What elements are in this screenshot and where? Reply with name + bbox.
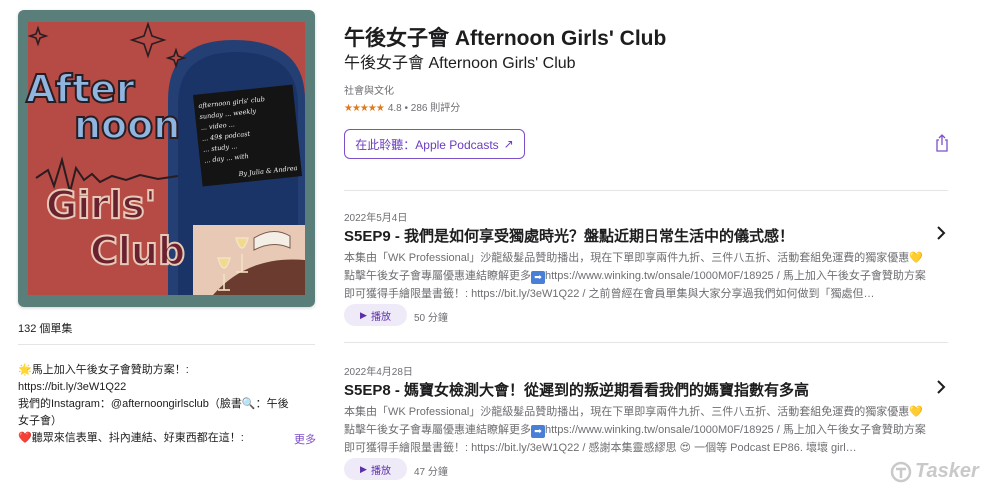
right-arrow-icon: ➡ bbox=[531, 425, 545, 438]
divider bbox=[344, 190, 948, 191]
episode-summary: 本集由「WK Professional」沙龍級髮品贊助播出，現在下單即享兩件九折… bbox=[344, 249, 934, 303]
artwork-note-card: afternoon girls' club sunday ... weekly … bbox=[198, 91, 298, 183]
episode-date: 2022年5月4日 bbox=[344, 213, 408, 224]
description-line: ❤️聽眾來信表單、抖內連結、好東西都在這！: bbox=[18, 432, 244, 444]
description-line: 女子會） bbox=[18, 415, 62, 427]
podcast-artwork: After noon Girls' Club afternoon girls' … bbox=[18, 10, 315, 307]
episode-count: 132 個單集 bbox=[18, 323, 73, 335]
description-line: 🌟馬上加入午後女子會贊助方案！: bbox=[18, 364, 189, 376]
episode-duration: 50 分鐘 bbox=[414, 313, 448, 324]
play-icon: ▶ bbox=[360, 309, 367, 320]
more-link[interactable]: 更多 bbox=[294, 431, 316, 447]
listen-on-apple-podcasts-button[interactable]: 在此聆聽：Apple Podcasts ↗ bbox=[344, 129, 525, 159]
episode-summary-text: 本集由「WK Professional」沙龍級髮品贊助播出，現在下單即享兩件九折… bbox=[344, 252, 910, 264]
episode-title[interactable]: S5EP9 - 我們是如何享受獨處時光？盤點近期日常生活中的儀式感！ bbox=[344, 225, 924, 246]
chevron-right-icon[interactable] bbox=[935, 378, 947, 396]
artwork-title-noon: noon bbox=[73, 103, 181, 147]
play-label: 播放 bbox=[370, 311, 391, 323]
episode-summary-text: 本集由「WK Professional」沙龍級髮品贊助播出，現在下單即享兩件九折… bbox=[344, 406, 910, 418]
podcast-description: 🌟馬上加入午後女子會贊助方案！: https://bit.ly/3eW1Q22 … bbox=[18, 362, 315, 447]
episode-title[interactable]: S5EP8 - 媽寶女檢測大會！從遲到的叛逆期看看我們的媽寶指數有多高 bbox=[344, 379, 924, 400]
divider bbox=[18, 344, 315, 345]
play-button[interactable]: ▶ 播放 bbox=[344, 458, 407, 480]
episode-duration: 47 分鐘 bbox=[414, 467, 448, 478]
right-arrow-icon: ➡ bbox=[531, 271, 545, 284]
play-icon: ▶ bbox=[360, 463, 367, 474]
watermark-text: Tasker bbox=[915, 460, 979, 482]
episode-summary: 本集由「WK Professional」沙龍級髮品贊助播出，現在下單即享兩件九折… bbox=[344, 403, 934, 457]
episode-date: 2022年4月28日 bbox=[344, 367, 413, 378]
episode-summary-text: 點擊午後女子會專屬優惠連結瞭解更多 bbox=[344, 424, 531, 436]
yellow-heart-icon: 💛 bbox=[909, 406, 924, 418]
chevron-right-icon[interactable] bbox=[935, 224, 947, 242]
tasker-watermark: Tasker bbox=[890, 460, 979, 483]
artwork-title-girls: Girls' bbox=[45, 183, 157, 227]
description-line: 我們的Instagram：@afternoongirlsclub（臉書🔍：午後 bbox=[18, 398, 289, 410]
play-button[interactable]: ▶ 播放 bbox=[344, 304, 407, 326]
podcast-author[interactable]: 午後女子會 Afternoon Girls' Club bbox=[344, 49, 576, 73]
rating-text: 4.8 • 286 則評分 bbox=[387, 103, 461, 114]
podcast-category[interactable]: 社會與文化 bbox=[344, 82, 394, 97]
listen-button-label: 在此聆聽：Apple Podcasts bbox=[355, 137, 499, 152]
divider bbox=[344, 342, 948, 343]
description-link[interactable]: https://bit.ly/3eW1Q22 bbox=[18, 379, 315, 396]
artwork-title-club: Club bbox=[89, 229, 186, 273]
podcast-title: 午後女子會 Afternoon Girls' Club bbox=[344, 27, 667, 50]
star-rating-icon: ★★★★★ bbox=[344, 103, 385, 114]
rating: ★★★★★ 4.8 • 286 則評分 bbox=[344, 99, 460, 114]
yellow-heart-icon: 💛 bbox=[909, 252, 924, 264]
tasker-logo-icon bbox=[890, 461, 912, 482]
play-label: 播放 bbox=[370, 465, 391, 477]
share-icon[interactable] bbox=[934, 134, 950, 152]
external-arrow-icon: ↗ bbox=[503, 137, 514, 151]
episode-summary-text: 點擊午後女子會專屬優惠連結瞭解更多 bbox=[344, 270, 531, 282]
